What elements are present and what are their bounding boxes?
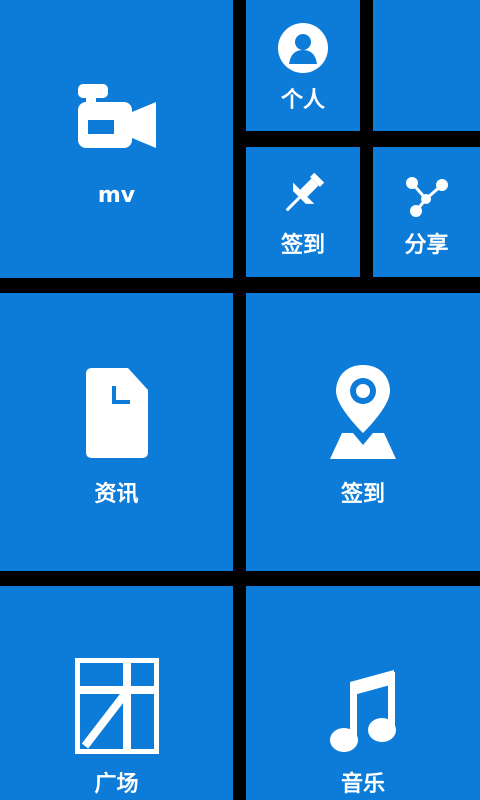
document-icon [85, 368, 148, 458]
checkin-small-label: 签到 [280, 233, 325, 258]
video-camera-icon [77, 84, 156, 148]
profile-label: 个人 [280, 88, 325, 113]
mv-tile[interactable]: mv [0, 0, 233, 278]
share-label: 分享 [404, 233, 449, 258]
music-label: 音乐 [340, 772, 385, 797]
music-note-icon [330, 670, 396, 752]
share-tile[interactable]: 分享 [373, 147, 480, 277]
square-label: 广场 [94, 772, 139, 797]
mv-label: mv [97, 183, 136, 208]
pushpin-icon [285, 172, 325, 212]
checkin-large-tile[interactable]: 签到 [246, 293, 480, 571]
music-tile[interactable]: 音乐 [246, 586, 480, 800]
profile-tile[interactable]: 个人 [246, 0, 360, 131]
blank-tile[interactable] [373, 0, 480, 131]
share-icon [405, 177, 448, 217]
map-pin-icon [330, 365, 396, 459]
person-icon [278, 23, 328, 73]
news-tile[interactable]: 资讯 [0, 293, 233, 571]
checkin-small-tile[interactable]: 签到 [246, 147, 360, 277]
square-logo-icon [74, 658, 159, 754]
news-label: 资讯 [94, 482, 139, 507]
checkin-large-label: 签到 [340, 482, 385, 507]
square-tile[interactable]: 广场 [0, 586, 233, 800]
